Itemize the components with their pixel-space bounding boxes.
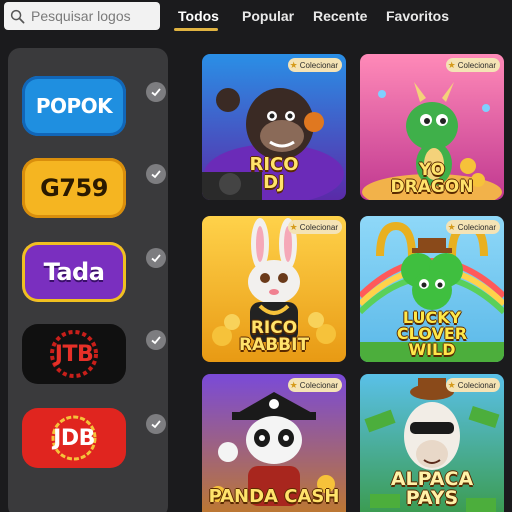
- collect-badge[interactable]: ★ Colecionar: [445, 58, 500, 72]
- provider-label: JDB: [53, 425, 95, 451]
- star-icon: ★: [447, 379, 456, 390]
- tab-todos[interactable]: Todos: [178, 8, 219, 24]
- check-icon[interactable]: [146, 330, 166, 350]
- game-title: LUCKY CLOVER WILD: [396, 308, 468, 359]
- provider-label: Tada: [43, 258, 105, 286]
- provider-label: G759: [40, 174, 108, 202]
- game-card-rico-dj[interactable]: ★ Colecionar RICO DJ: [202, 54, 346, 200]
- collect-badge[interactable]: ★ Colecionar: [445, 378, 500, 392]
- tab-recente[interactable]: Recente: [313, 8, 367, 24]
- provider-jtb[interactable]: JTB: [22, 324, 126, 384]
- game-card-lucky-clover-wild[interactable]: ★ Colecionar LUCKY CLOVER WILD: [360, 216, 504, 362]
- provider-sidebar: POPOK G759 Tada JTB JDB: [8, 48, 168, 512]
- provider-g759[interactable]: G759: [22, 158, 126, 218]
- provider-jdb[interactable]: JDB: [22, 408, 126, 468]
- top-bar: Todos Popular Recente Favoritos: [0, 0, 512, 36]
- game-card-yo-dragon[interactable]: ★ Colecionar YO DRAGON: [360, 54, 504, 200]
- game-card-alpaca-pays[interactable]: ★ Colecionar ALPACA PAYS: [360, 374, 504, 512]
- game-card-rico-rabbit[interactable]: ★ Colecionar RICO RABBIT: [202, 216, 346, 362]
- check-icon[interactable]: [146, 414, 166, 434]
- tab-favoritos[interactable]: Favoritos: [386, 8, 449, 24]
- game-card-panda-cash[interactable]: ★ Colecionar PANDA CASH: [202, 374, 346, 512]
- provider-label: POPOK: [35, 94, 113, 118]
- provider-popok[interactable]: POPOK: [22, 76, 126, 136]
- search-box[interactable]: [4, 2, 160, 30]
- collect-badge[interactable]: ★ Colecionar: [287, 220, 342, 234]
- check-icon[interactable]: [146, 82, 166, 102]
- provider-label: JTB: [54, 341, 94, 367]
- provider-tada[interactable]: Tada: [22, 242, 126, 302]
- game-title: ALPACA PAYS: [390, 468, 474, 509]
- collect-badge[interactable]: ★ Colecionar: [287, 378, 342, 392]
- game-title: RICO DJ: [249, 154, 299, 193]
- active-tab-indicator: [174, 28, 218, 31]
- check-icon[interactable]: [146, 248, 166, 268]
- collect-badge[interactable]: ★ Colecionar: [445, 220, 500, 234]
- search-icon: [10, 9, 25, 23]
- collect-badge[interactable]: ★ Colecionar: [287, 58, 342, 72]
- search-input[interactable]: [31, 8, 156, 24]
- star-icon: ★: [289, 59, 298, 70]
- game-title: YO DRAGON: [390, 160, 474, 197]
- tab-popular[interactable]: Popular: [242, 8, 294, 24]
- game-title: PANDA CASH: [208, 486, 340, 507]
- game-title: RICO RABBIT: [238, 318, 310, 355]
- star-icon: ★: [289, 379, 298, 390]
- star-icon: ★: [447, 59, 456, 70]
- star-icon: ★: [447, 221, 456, 232]
- check-icon[interactable]: [146, 164, 166, 184]
- star-icon: ★: [289, 221, 298, 232]
